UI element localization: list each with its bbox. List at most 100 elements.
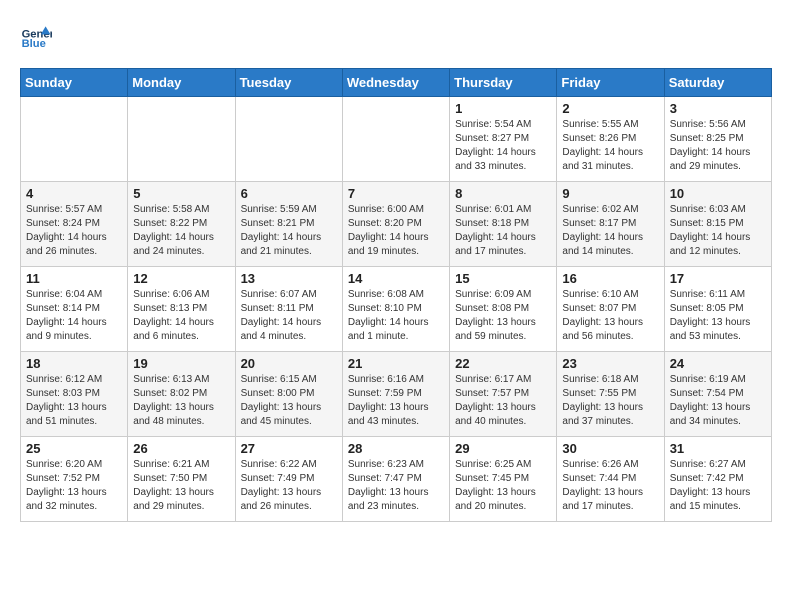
day-number: 19 <box>133 356 229 371</box>
day-number: 23 <box>562 356 658 371</box>
cell-content: Sunrise: 5:54 AM Sunset: 8:27 PM Dayligh… <box>455 118 551 174</box>
day-number: 16 <box>562 271 658 286</box>
calendar-cell: 31Sunrise: 6:27 AM Sunset: 7:42 PM Dayli… <box>664 437 771 522</box>
cell-content: Sunrise: 5:58 AM Sunset: 8:22 PM Dayligh… <box>133 203 229 259</box>
calendar-week-row: 25 Sunrise: 6:20 AM Sunset: 7:52 PM Dayli… <box>21 437 772 522</box>
day-number: 7 <box>348 186 444 201</box>
cell-content: Sunrise: 6:16 AM Sunset: 7:59 PM Dayligh… <box>348 373 444 429</box>
logo-icon: General Blue <box>20 20 52 52</box>
cell-content: Sunrise: 6:27 AM Sunset: 7:42 PM Dayligh… <box>670 458 766 514</box>
day-header-tuesday: Tuesday <box>235 69 342 97</box>
calendar-cell: 5 Sunrise: 5:58 AM Sunset: 8:22 PM Daylig… <box>128 182 235 267</box>
calendar-cell: 11Sunrise: 6:04 AM Sunset: 8:14 PM Dayli… <box>21 267 128 352</box>
day-header-saturday: Saturday <box>664 69 771 97</box>
day-number: 28 <box>348 441 444 456</box>
day-number: 8 <box>455 186 551 201</box>
day-number: 4 <box>26 186 122 201</box>
calendar-cell: 29Sunrise: 6:25 AM Sunset: 7:45 PM Dayli… <box>450 437 557 522</box>
cell-content: Sunrise: 6:09 AM Sunset: 8:08 PM Dayligh… <box>455 288 551 344</box>
calendar-cell: 1 Sunrise: 5:54 AM Sunset: 8:27 PM Daylig… <box>450 97 557 182</box>
day-number: 22 <box>455 356 551 371</box>
day-number: 6 <box>241 186 337 201</box>
day-header-sunday: Sunday <box>21 69 128 97</box>
calendar-cell: 3 Sunrise: 5:56 AM Sunset: 8:25 PM Daylig… <box>664 97 771 182</box>
calendar-cell: 4 Sunrise: 5:57 AM Sunset: 8:24 PM Daylig… <box>21 182 128 267</box>
cell-content: Sunrise: 6:20 AM Sunset: 7:52 PM Dayligh… <box>26 458 122 514</box>
cell-content: Sunrise: 6:04 AM Sunset: 8:14 PM Dayligh… <box>26 288 122 344</box>
calendar-week-row: 4 Sunrise: 5:57 AM Sunset: 8:24 PM Daylig… <box>21 182 772 267</box>
cell-content: Sunrise: 6:02 AM Sunset: 8:17 PM Dayligh… <box>562 203 658 259</box>
day-number: 25 <box>26 441 122 456</box>
calendar-cell: 14Sunrise: 6:08 AM Sunset: 8:10 PM Dayli… <box>342 267 449 352</box>
logo: General Blue <box>20 20 52 52</box>
calendar-cell: 9 Sunrise: 6:02 AM Sunset: 8:17 PM Daylig… <box>557 182 664 267</box>
calendar-cell: 15 Sunrise: 6:09 AM Sunset: 8:08 PM Dayli… <box>450 267 557 352</box>
day-number: 21 <box>348 356 444 371</box>
cell-content: Sunrise: 6:21 AM Sunset: 7:50 PM Dayligh… <box>133 458 229 514</box>
day-number: 2 <box>562 101 658 116</box>
cell-content: Sunrise: 6:23 AM Sunset: 7:47 PM Dayligh… <box>348 458 444 514</box>
day-number: 18 <box>26 356 122 371</box>
calendar-cell: 23 Sunrise: 6:18 AM Sunset: 7:55 PM Dayli… <box>557 352 664 437</box>
day-number: 10 <box>670 186 766 201</box>
calendar-week-row: 18 Sunrise: 6:12 AM Sunset: 8:03 PM Dayli… <box>21 352 772 437</box>
cell-content: Sunrise: 6:17 AM Sunset: 7:57 PM Dayligh… <box>455 373 551 429</box>
day-number: 3 <box>670 101 766 116</box>
cell-content: Sunrise: 5:56 AM Sunset: 8:25 PM Dayligh… <box>670 118 766 174</box>
day-number: 9 <box>562 186 658 201</box>
cell-content: Sunrise: 6:01 AM Sunset: 8:18 PM Dayligh… <box>455 203 551 259</box>
calendar-cell: 13Sunrise: 6:07 AM Sunset: 8:11 PM Dayli… <box>235 267 342 352</box>
day-number: 14 <box>348 271 444 286</box>
calendar-cell: 18 Sunrise: 6:12 AM Sunset: 8:03 PM Dayli… <box>21 352 128 437</box>
day-number: 13 <box>241 271 337 286</box>
cell-content: Sunrise: 6:19 AM Sunset: 7:54 PM Dayligh… <box>670 373 766 429</box>
calendar-cell: 7Sunrise: 6:00 AM Sunset: 8:20 PM Daylig… <box>342 182 449 267</box>
day-header-wednesday: Wednesday <box>342 69 449 97</box>
day-number: 27 <box>241 441 337 456</box>
day-number: 26 <box>133 441 229 456</box>
cell-content: Sunrise: 6:22 AM Sunset: 7:49 PM Dayligh… <box>241 458 337 514</box>
day-number: 17 <box>670 271 766 286</box>
day-number: 24 <box>670 356 766 371</box>
calendar-week-row: 11Sunrise: 6:04 AM Sunset: 8:14 PM Dayli… <box>21 267 772 352</box>
day-number: 12 <box>133 271 229 286</box>
calendar-table: SundayMondayTuesdayWednesdayThursdayFrid… <box>20 68 772 522</box>
calendar-cell: 2Sunrise: 5:55 AM Sunset: 8:26 PM Daylig… <box>557 97 664 182</box>
calendar-cell: 8 Sunrise: 6:01 AM Sunset: 8:18 PM Daylig… <box>450 182 557 267</box>
day-number: 30 <box>562 441 658 456</box>
cell-content: Sunrise: 6:13 AM Sunset: 8:02 PM Dayligh… <box>133 373 229 429</box>
calendar-cell <box>128 97 235 182</box>
cell-content: Sunrise: 5:59 AM Sunset: 8:21 PM Dayligh… <box>241 203 337 259</box>
page-header: General Blue <box>20 20 772 52</box>
cell-content: Sunrise: 5:57 AM Sunset: 8:24 PM Dayligh… <box>26 203 122 259</box>
calendar-cell <box>235 97 342 182</box>
cell-content: Sunrise: 6:11 AM Sunset: 8:05 PM Dayligh… <box>670 288 766 344</box>
calendar-cell <box>21 97 128 182</box>
cell-content: Sunrise: 6:18 AM Sunset: 7:55 PM Dayligh… <box>562 373 658 429</box>
calendar-cell: 27 Sunrise: 6:22 AM Sunset: 7:49 PM Dayli… <box>235 437 342 522</box>
calendar-cell: 21 Sunrise: 6:16 AM Sunset: 7:59 PM Dayli… <box>342 352 449 437</box>
day-header-friday: Friday <box>557 69 664 97</box>
calendar-cell: 16 Sunrise: 6:10 AM Sunset: 8:07 PM Dayli… <box>557 267 664 352</box>
calendar-cell: 12Sunrise: 6:06 AM Sunset: 8:13 PM Dayli… <box>128 267 235 352</box>
cell-content: Sunrise: 6:10 AM Sunset: 8:07 PM Dayligh… <box>562 288 658 344</box>
calendar-cell: 19 Sunrise: 6:13 AM Sunset: 8:02 PM Dayli… <box>128 352 235 437</box>
calendar-cell: 28 Sunrise: 6:23 AM Sunset: 7:47 PM Dayli… <box>342 437 449 522</box>
calendar-cell: 6 Sunrise: 5:59 AM Sunset: 8:21 PM Daylig… <box>235 182 342 267</box>
calendar-cell: 17 Sunrise: 6:11 AM Sunset: 8:05 PM Dayli… <box>664 267 771 352</box>
svg-text:Blue: Blue <box>22 38 46 50</box>
calendar-cell: 10Sunrise: 6:03 AM Sunset: 8:15 PM Dayli… <box>664 182 771 267</box>
cell-content: Sunrise: 6:15 AM Sunset: 8:00 PM Dayligh… <box>241 373 337 429</box>
cell-content: Sunrise: 6:25 AM Sunset: 7:45 PM Dayligh… <box>455 458 551 514</box>
cell-content: Sunrise: 6:12 AM Sunset: 8:03 PM Dayligh… <box>26 373 122 429</box>
calendar-body: 1 Sunrise: 5:54 AM Sunset: 8:27 PM Daylig… <box>21 97 772 522</box>
day-header-monday: Monday <box>128 69 235 97</box>
day-number: 1 <box>455 101 551 116</box>
calendar-header-row: SundayMondayTuesdayWednesdayThursdayFrid… <box>21 69 772 97</box>
day-number: 15 <box>455 271 551 286</box>
calendar-week-row: 1 Sunrise: 5:54 AM Sunset: 8:27 PM Daylig… <box>21 97 772 182</box>
day-number: 5 <box>133 186 229 201</box>
calendar-cell: 24 Sunrise: 6:19 AM Sunset: 7:54 PM Dayli… <box>664 352 771 437</box>
day-number: 20 <box>241 356 337 371</box>
calendar-cell: 25 Sunrise: 6:20 AM Sunset: 7:52 PM Dayli… <box>21 437 128 522</box>
